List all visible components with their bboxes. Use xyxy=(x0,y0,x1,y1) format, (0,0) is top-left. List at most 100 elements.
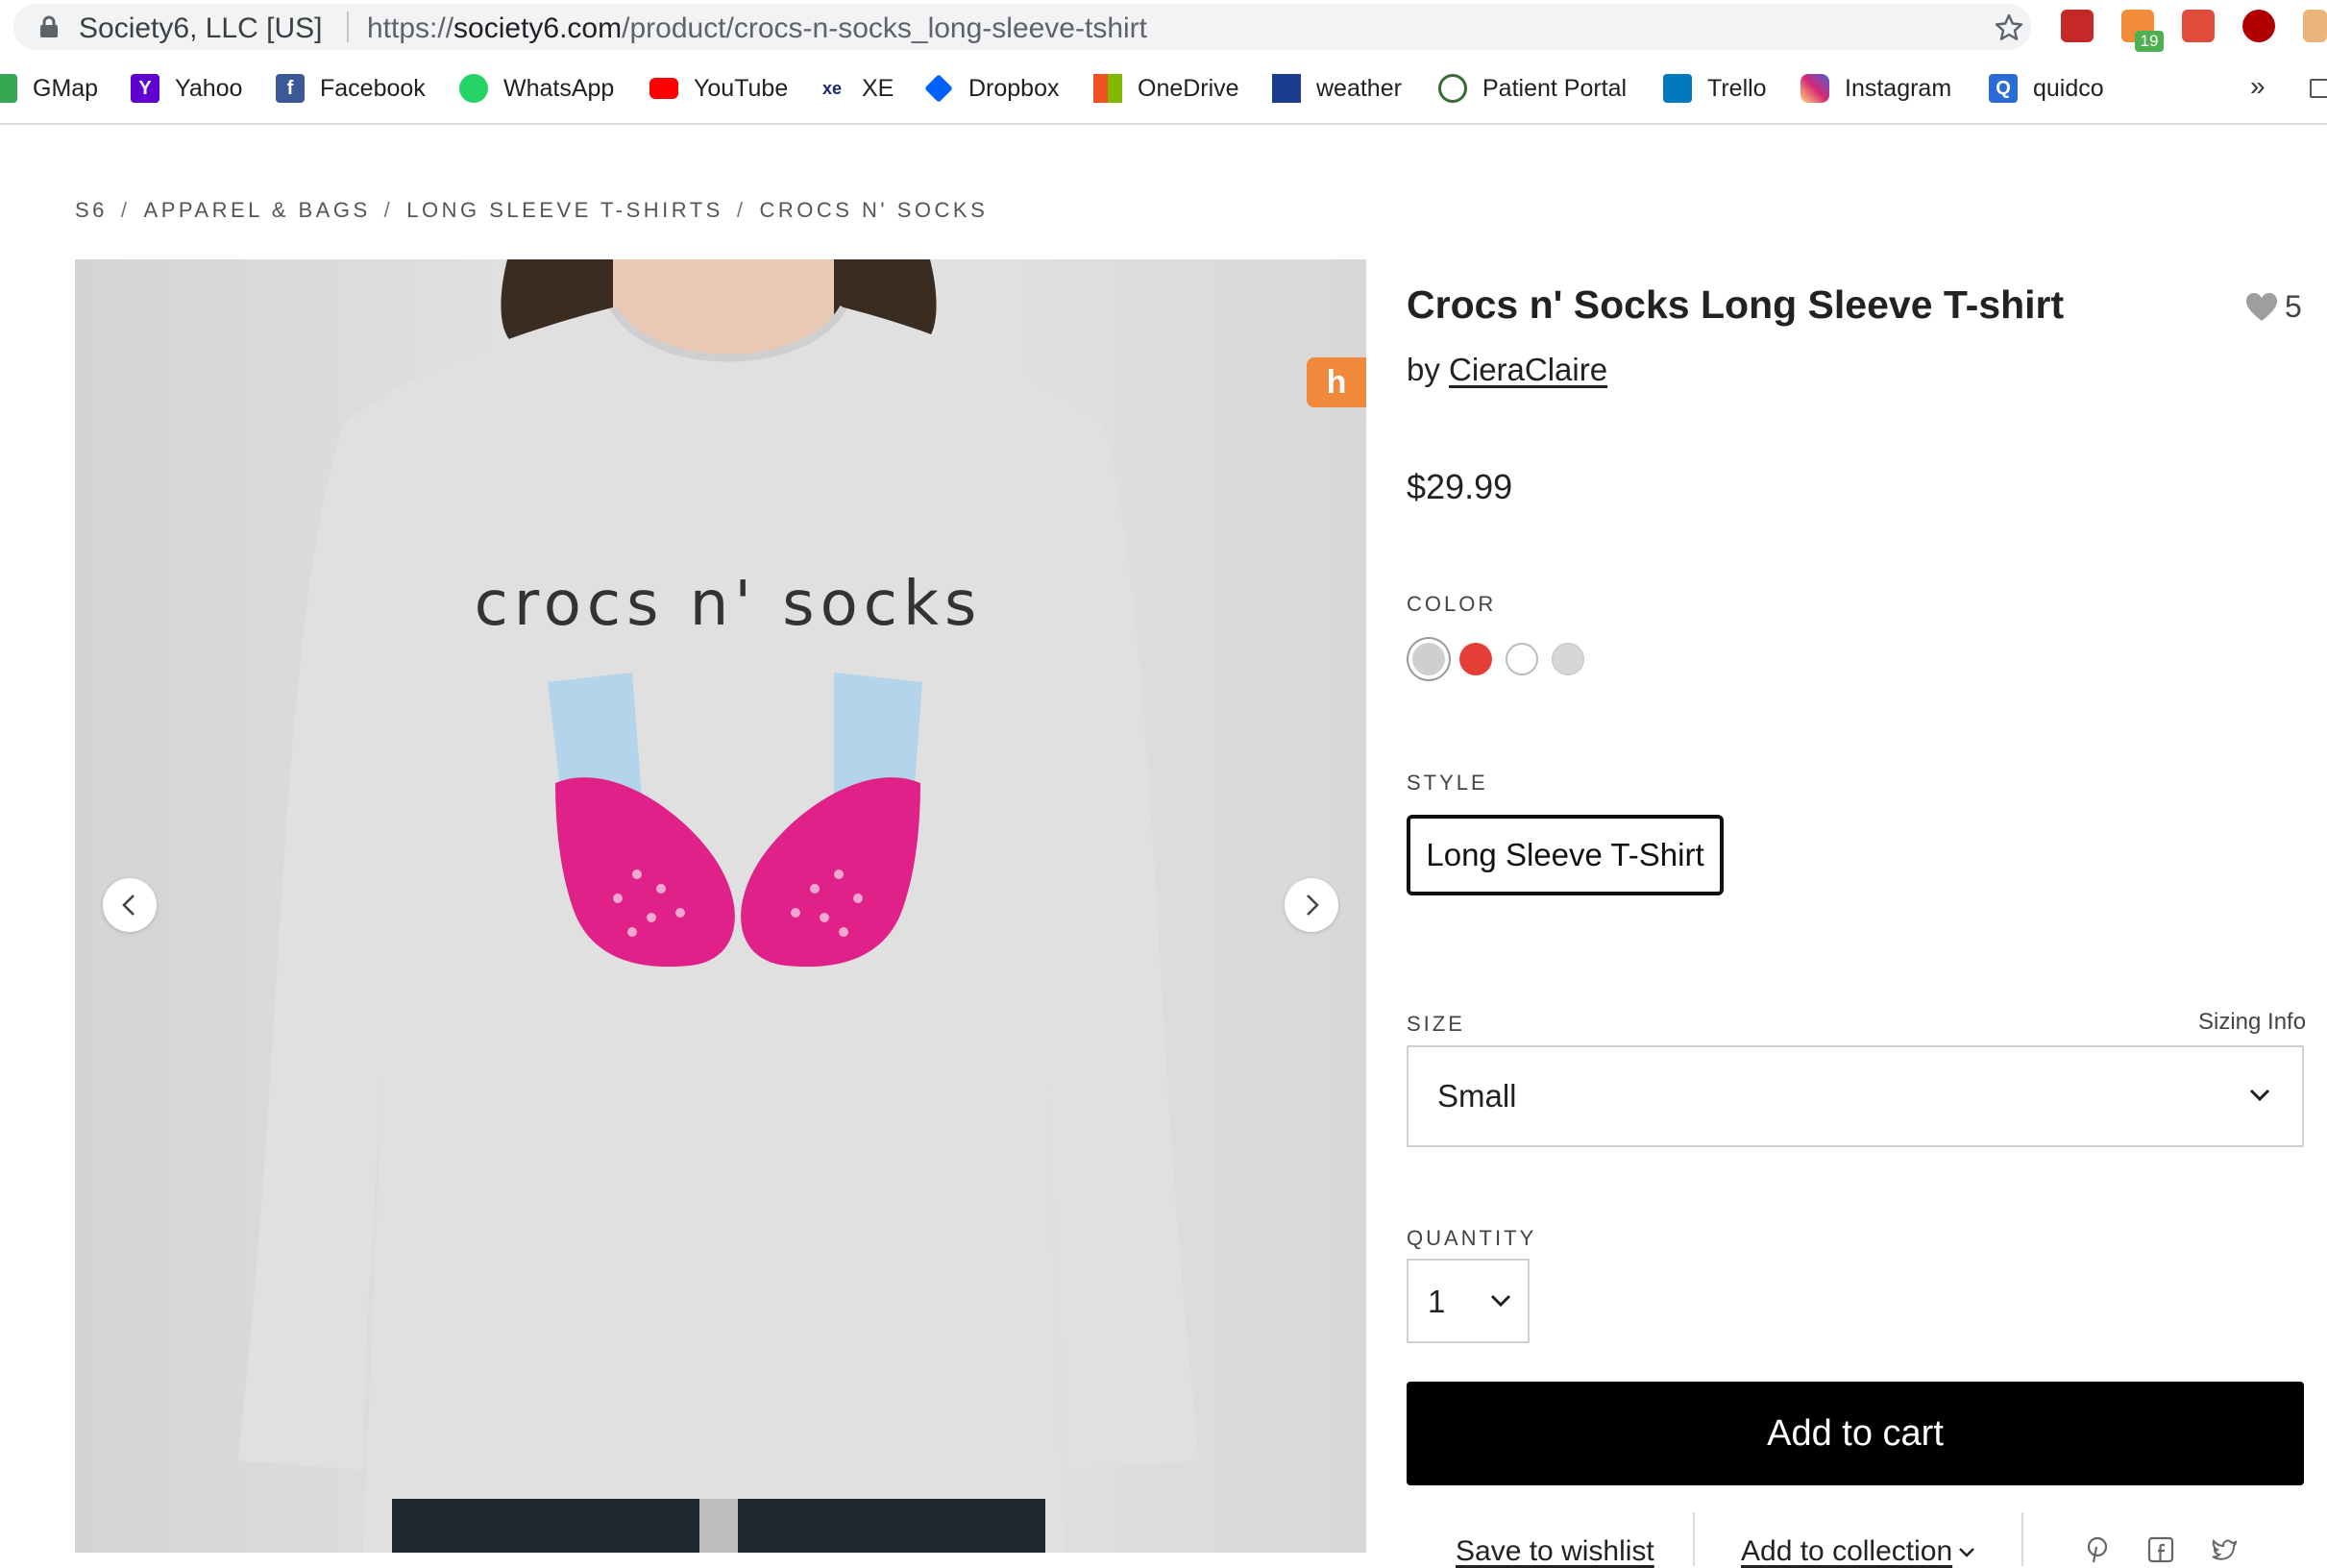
address-bar[interactable]: Society6, LLC [US] https://society6.com/… xyxy=(13,4,2031,50)
color-swatch-light-gray[interactable] xyxy=(1552,643,1584,675)
twitter-icon[interactable] xyxy=(2210,1535,2239,1564)
bookmark-xe[interactable]: xe XE xyxy=(818,71,894,106)
bookmark-label: XE xyxy=(862,74,894,102)
chevron-left-icon xyxy=(122,894,135,916)
lock-icon[interactable] xyxy=(38,15,60,38)
color-swatch-white[interactable] xyxy=(1506,643,1538,675)
extension-profile-icon[interactable] xyxy=(2303,10,2327,42)
breadcrumb-home[interactable]: S6 xyxy=(75,198,108,222)
bookmark-label: Yahoo xyxy=(175,74,243,102)
bookmark-onedrive[interactable]: OneDrive xyxy=(1093,71,1239,106)
quidco-icon: Q xyxy=(1989,74,2018,103)
bookmark-label: Facebook xyxy=(320,74,426,102)
action-divider xyxy=(2021,1512,2023,1566)
youtube-icon xyxy=(649,78,678,99)
bookmark-patient-portal[interactable]: Patient Portal xyxy=(1438,71,1627,106)
pinterest-icon[interactable] xyxy=(2083,1535,2112,1564)
whatsapp-icon xyxy=(459,74,488,103)
onedrive-icon xyxy=(1093,74,1122,103)
product-image[interactable]: crocs n' socks xyxy=(75,259,1366,1553)
other-bookmarks-folder-icon[interactable] xyxy=(2310,79,2327,98)
color-swatch-red[interactable] xyxy=(1459,643,1492,675)
facebook-icon: f xyxy=(276,74,305,103)
bookmark-label: OneDrive xyxy=(1138,74,1239,102)
bookmark-whatsapp[interactable]: WhatsApp xyxy=(459,71,614,106)
bookmark-quidco[interactable]: Q quidco xyxy=(1989,71,2104,106)
save-to-wishlist-link[interactable]: Save to wishlist xyxy=(1456,1535,1654,1568)
bookmark-dropbox[interactable]: Dropbox xyxy=(924,71,1060,106)
quantity-label: QUANTITY xyxy=(1407,1226,1537,1250)
bookmark-trello[interactable]: Trello xyxy=(1663,71,1767,106)
product-actions: Save to wishlist Add to collection xyxy=(1407,1512,2304,1568)
url-text[interactable]: https://society6.com/product/crocs-n-soc… xyxy=(367,12,1147,45)
yahoo-icon: Y xyxy=(131,74,159,103)
extension-play-icon[interactable] xyxy=(2242,10,2275,42)
breadcrumb-long-sleeve-tshirts[interactable]: LONG SLEEVE T-SHIRTS xyxy=(406,198,723,222)
patient-portal-icon xyxy=(1438,74,1467,103)
size-select[interactable]: Small xyxy=(1407,1045,2304,1147)
size-label: SIZE xyxy=(1407,1012,1465,1036)
shirt-print-text: crocs n' socks xyxy=(475,569,983,640)
heart-icon[interactable] xyxy=(2244,292,2279,323)
bookmark-yahoo[interactable]: Y Yahoo xyxy=(131,71,242,106)
bookmark-weather[interactable]: weather xyxy=(1272,71,1402,106)
previous-image-button[interactable] xyxy=(103,878,157,932)
add-to-collection-link[interactable]: Add to collection xyxy=(1741,1535,1952,1568)
url-path: /product/crocs-n-socks_long-sleeve-tshir… xyxy=(622,12,1147,44)
tshirt-illustration: crocs n' socks xyxy=(75,259,1366,1553)
chevron-down-icon xyxy=(2249,1089,2270,1102)
next-image-button[interactable] xyxy=(1285,878,1338,932)
size-selected-value: Small xyxy=(1437,1078,1517,1114)
bookmark-label: Patient Portal xyxy=(1482,74,1628,102)
bookmark-label: Dropbox xyxy=(968,74,1060,102)
bookmark-label: Trello xyxy=(1707,74,1767,102)
byline-prefix: by xyxy=(1407,352,1440,387)
chevron-down-icon xyxy=(1490,1294,1511,1308)
extension-count-badge: 19 xyxy=(2135,31,2164,52)
address-separator xyxy=(347,12,349,42)
bookmarks-bar: GMap Y Yahoo f Facebook WhatsApp YouTube… xyxy=(0,61,2327,117)
bookmark-instagram[interactable]: Instagram xyxy=(1800,71,1951,106)
bookmark-label: GMap xyxy=(33,74,99,102)
color-label: COLOR xyxy=(1407,592,1497,616)
bookmark-label: quidco xyxy=(2033,74,2104,102)
breadcrumb: S6 / APPAREL & BAGS / LONG SLEEVE T-SHIRTS / C… xyxy=(75,198,988,223)
bookmark-label: YouTube xyxy=(694,74,789,102)
artist-link[interactable]: CieraClaire xyxy=(1449,352,1607,387)
url-scheme: https:// xyxy=(367,12,454,44)
facebook-share-icon[interactable] xyxy=(2146,1535,2175,1564)
toolbar-divider xyxy=(0,123,2327,125)
bookmarks-overflow-button[interactable]: » xyxy=(2250,71,2266,102)
sizing-info-link[interactable]: Sizing Info xyxy=(2198,1009,2306,1036)
favorite-count: 5 xyxy=(2285,289,2302,324)
product-price: $29.99 xyxy=(1407,467,1513,506)
bookmark-gmap[interactable]: GMap xyxy=(0,71,98,106)
xe-icon: xe xyxy=(818,74,846,103)
chevron-right-icon xyxy=(1307,894,1319,916)
breadcrumb-apparel-bags[interactable]: APPAREL & BAGS xyxy=(144,198,371,222)
bookmark-label: WhatsApp xyxy=(503,74,615,102)
product-title: Crocs n' Socks Long Sleeve T-shirt xyxy=(1407,282,2065,327)
extension-evernote-icon[interactable] xyxy=(2182,10,2215,42)
extension-fast-forward-icon[interactable] xyxy=(2061,10,2094,42)
honey-extension-badge[interactable]: h xyxy=(1307,357,1366,407)
quantity-selected-value: 1 xyxy=(1428,1284,1446,1319)
instagram-icon xyxy=(1800,74,1829,103)
bookmark-facebook[interactable]: f Facebook xyxy=(276,71,426,106)
color-swatch-heather-gray[interactable] xyxy=(1412,643,1445,675)
trello-icon xyxy=(1663,74,1692,103)
style-label: STYLE xyxy=(1407,771,1488,795)
add-to-cart-button[interactable]: Add to cart xyxy=(1407,1382,2304,1485)
chevron-down-icon xyxy=(1959,1548,1974,1557)
breadcrumb-current[interactable]: CROCS N' SOCKS xyxy=(759,198,988,222)
style-option-long-sleeve[interactable]: Long Sleeve T-Shirt xyxy=(1407,815,1724,895)
quantity-select[interactable]: 1 xyxy=(1407,1259,1530,1343)
gmap-icon xyxy=(0,74,17,103)
breadcrumb-separator: / xyxy=(120,198,131,222)
breadcrumb-separator: / xyxy=(736,198,747,222)
bookmark-youtube[interactable]: YouTube xyxy=(649,71,788,106)
breadcrumb-separator: / xyxy=(383,198,394,222)
bookmark-star-icon[interactable] xyxy=(1995,13,2023,42)
browser-toolbar: Society6, LLC [US] https://society6.com/… xyxy=(0,0,2327,54)
bookmark-label: weather xyxy=(1316,74,1402,102)
